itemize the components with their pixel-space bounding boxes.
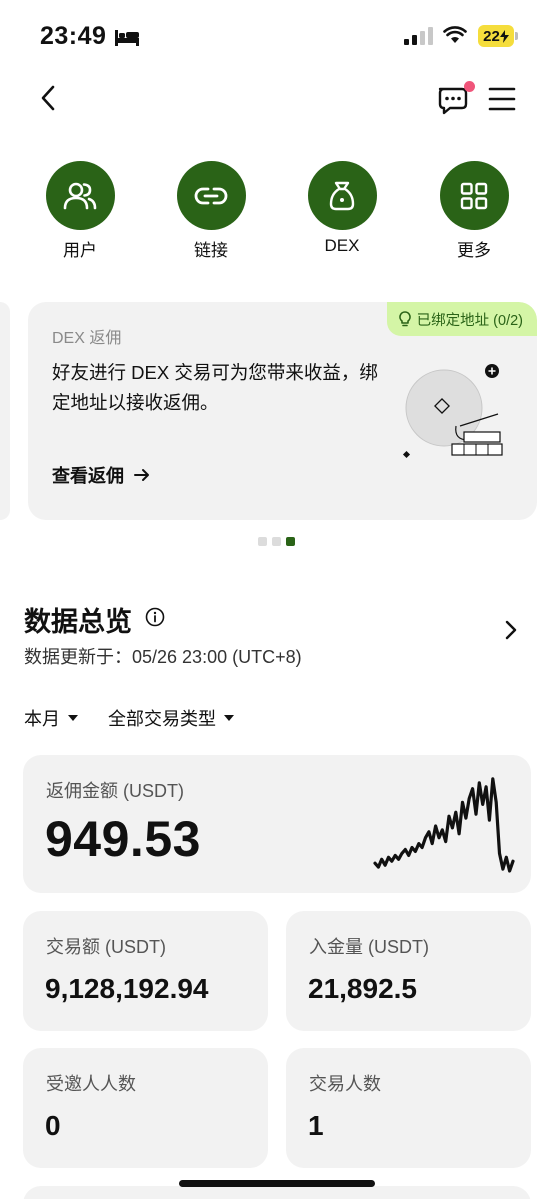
carousel-dot-active[interactable]: [286, 537, 295, 546]
carousel-dot[interactable]: [258, 537, 267, 546]
rebate-sparkline: [373, 777, 515, 873]
users-icon: [63, 182, 97, 209]
quick-action-label: 更多: [457, 241, 491, 260]
signal-icon: [404, 27, 433, 45]
chevron-right-icon[interactable]: [504, 619, 518, 641]
rebate-amount-label: 返佣金额 (USDT): [46, 781, 184, 801]
info-icon[interactable]: [145, 607, 165, 627]
grid-icon: [460, 182, 488, 209]
quick-actions: 用户 链接 DEX 更多: [0, 161, 554, 261]
trade-type-filter[interactable]: 全部交易类型: [108, 705, 234, 731]
trade-type-filter-label: 全部交易类型: [108, 709, 216, 729]
dex-rebate-card[interactable]: DEX 返佣 已绑定地址 (0/2) 好友进行 DEX 交易可为您带来收益，绑定…: [28, 302, 537, 520]
coin-illustration: [402, 364, 503, 459]
arrow-right-icon: [134, 469, 149, 481]
view-rebate-label: 查看返佣: [52, 466, 124, 486]
quick-action-label: 链接: [194, 241, 228, 260]
previous-card-peek[interactable]: [0, 302, 10, 520]
rebate-amount-card[interactable]: 返佣金额 (USDT) 949.53: [23, 755, 531, 893]
sparkline-series: [373, 777, 515, 873]
status-bar: 23:49 22: [0, 0, 554, 72]
period-filter[interactable]: 本月: [24, 705, 78, 731]
bound-address-badge: 已绑定地址 (0/2): [386, 302, 537, 336]
trading-volume-label: 交易额 (USDT): [46, 937, 166, 957]
deposit-amount-label: 入金量 (USDT): [309, 937, 429, 957]
period-filter-label: 本月: [24, 709, 60, 729]
bag-icon: [329, 181, 355, 210]
deposit-amount-card[interactable]: 入金量 (USDT) 21,892.5: [286, 911, 531, 1031]
last-updated-text: 数据更新于：05/26 23:00 (UTC+8): [24, 647, 302, 667]
traders-value: 1: [308, 1110, 324, 1141]
invited-users-card[interactable]: 受邀人人数 0: [23, 1048, 268, 1168]
overview-title: 数据总览: [24, 607, 132, 637]
promo-text: 好友进行 DEX 交易可为您带来收益，绑定地址以接收返佣。: [52, 362, 378, 413]
wifi-icon: [443, 26, 467, 43]
quick-action-circle: [45, 161, 115, 230]
battery-cap: [515, 32, 518, 40]
traders-card[interactable]: 交易人数 1: [286, 1048, 531, 1168]
quick-action-circle: [439, 161, 509, 230]
quick-action-more[interactable]: 更多: [429, 161, 519, 261]
bed-icon: [115, 30, 139, 46]
quick-action-label: 用户: [63, 241, 97, 260]
quick-action-dex[interactable]: DEX: [297, 161, 387, 256]
link-icon: [194, 187, 228, 204]
filter-bar: 本月 全部交易类型: [24, 705, 234, 731]
bound-address-label: 已绑定地址 (0/2): [416, 312, 523, 329]
quick-action-users[interactable]: 用户: [35, 161, 125, 261]
carousel-pagination[interactable]: [258, 537, 295, 546]
invited-users-label: 受邀人人数: [46, 1074, 136, 1094]
back-button[interactable]: [30, 80, 66, 116]
battery-charging-icon: 22: [478, 25, 514, 47]
trading-volume-value: 9,128,192.94: [45, 973, 209, 1004]
quick-action-circle: [176, 161, 246, 230]
caret-down-icon: [68, 715, 78, 721]
back-chevron-icon: [41, 85, 55, 111]
status-time: 23:49: [40, 22, 107, 50]
next-card-peek[interactable]: [23, 1186, 531, 1199]
quick-action-circle: [307, 161, 377, 230]
invited-users-value: 0: [45, 1110, 61, 1141]
caret-down-icon: [224, 715, 234, 721]
promo-tag: DEX 返佣: [52, 330, 122, 347]
view-rebate-link[interactable]: 查看返佣: [52, 462, 150, 488]
menu-icon[interactable]: [486, 84, 518, 114]
traders-label: 交易人数: [309, 1074, 381, 1094]
rebate-amount-value: 949.53: [45, 811, 201, 867]
quick-action-label: DEX: [324, 236, 360, 255]
carousel-dot[interactable]: [272, 537, 281, 546]
deposit-amount-value: 21,892.5: [308, 973, 417, 1004]
trading-volume-card[interactable]: 交易额 (USDT) 9,128,192.94: [23, 911, 268, 1031]
charging-bolt-icon: [499, 29, 509, 43]
lightbulb-icon: [398, 311, 411, 327]
battery-level: 22: [483, 27, 500, 45]
notification-dot: [464, 81, 475, 92]
home-indicator[interactable]: [179, 1180, 375, 1187]
quick-action-link[interactable]: 链接: [166, 161, 256, 261]
